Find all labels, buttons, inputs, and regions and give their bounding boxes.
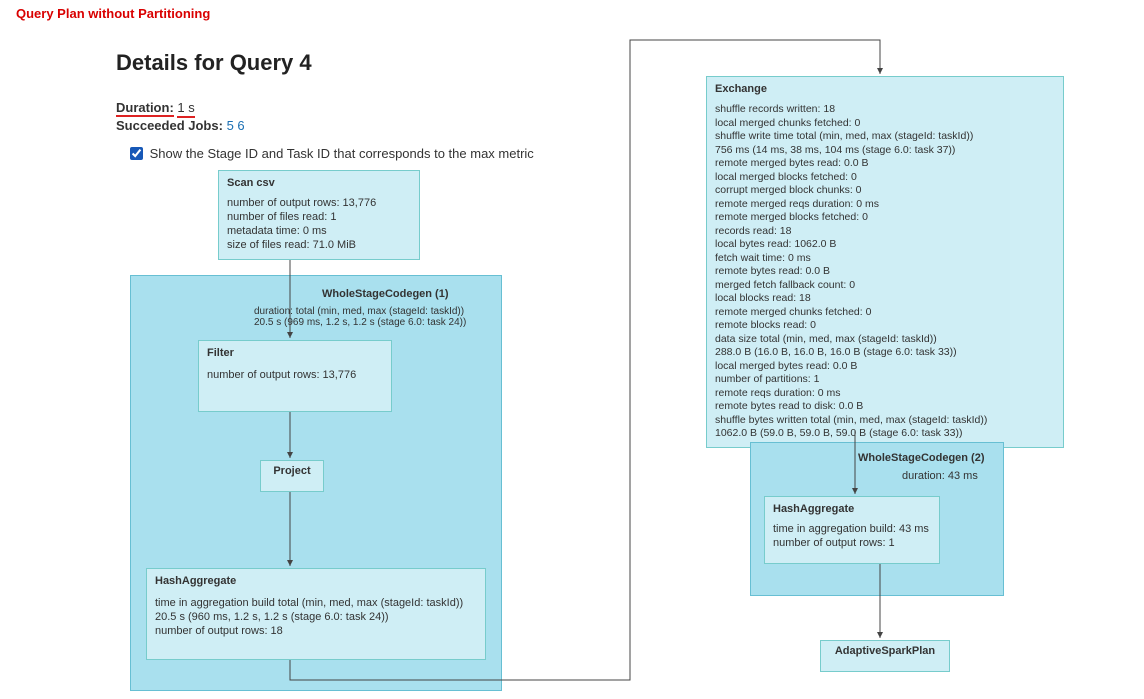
metric-row: local bytes read: 1062.0 B — [715, 238, 1055, 250]
metric-row: local blocks read: 18 — [715, 292, 1055, 304]
metric-row: number of output rows: 13,776 — [227, 197, 411, 209]
metric-row: shuffle bytes written total (min, med, m… — [715, 414, 1055, 426]
node-hashaggregate-1[interactable]: HashAggregate time in aggregation build … — [146, 568, 486, 660]
metric-row: 756 ms (14 ms, 38 ms, 104 ms (stage 6.0:… — [715, 144, 1055, 156]
metric-row: shuffle records written: 18 — [715, 103, 1055, 115]
show-stage-task-id-row: Show the Stage ID and Task ID that corre… — [126, 144, 534, 163]
metric-row: time in aggregation build total (min, me… — [155, 597, 477, 609]
metric-row: remote reqs duration: 0 ms — [715, 387, 1055, 399]
metric-row: remote bytes read: 0.0 B — [715, 265, 1055, 277]
metric-row: 288.0 B (16.0 B, 16.0 B, 16.0 B (stage 6… — [715, 346, 1055, 358]
metric-row: shuffle write time total (min, med, max … — [715, 130, 1055, 142]
node-exchange[interactable]: Exchange shuffle records written: 18 loc… — [706, 76, 1064, 448]
metric-row: number of output rows: 18 — [155, 625, 477, 637]
succeeded-jobs-row: Succeeded Jobs: 5 6 — [116, 118, 245, 133]
metric-row: local merged blocks fetched: 0 — [715, 171, 1055, 183]
metric-row: remote merged blocks fetched: 0 — [715, 211, 1055, 223]
wsc1-title: WholeStageCodegen (1) — [322, 288, 449, 300]
metric-row: remote merged bytes read: 0.0 B — [715, 157, 1055, 169]
wsc1-sub2: 20.5 s (969 ms, 1.2 s, 1.2 s (stage 6.0:… — [254, 317, 466, 328]
node-title: Scan csv — [227, 177, 411, 189]
metric-row: local merged chunks fetched: 0 — [715, 117, 1055, 129]
node-adaptivesparkplan[interactable]: AdaptiveSparkPlan — [820, 640, 950, 672]
metric-row: metadata time: 0 ms — [227, 225, 411, 237]
metric-row: records read: 18 — [715, 225, 1055, 237]
duration-row: Duration: 1 s — [116, 100, 195, 115]
page-title: Details for Query 4 — [116, 50, 312, 76]
metric-row: time in aggregation build: 43 ms — [773, 523, 931, 535]
metric-row: remote bytes read to disk: 0.0 B — [715, 400, 1055, 412]
metric-row: number of output rows: 13,776 — [207, 369, 383, 381]
node-title: HashAggregate — [773, 503, 931, 515]
node-title: Exchange — [715, 83, 1055, 95]
node-title: HashAggregate — [155, 575, 477, 587]
annotation-title: Query Plan without Partitioning — [16, 6, 210, 21]
node-scan-csv[interactable]: Scan csv number of output rows: 13,776 n… — [218, 170, 420, 260]
succeeded-jobs-label: Succeeded Jobs: — [116, 118, 223, 133]
metric-row: remote blocks read: 0 — [715, 319, 1055, 331]
job-link-5[interactable]: 5 — [227, 118, 234, 133]
metric-row: remote merged chunks fetched: 0 — [715, 306, 1055, 318]
node-project[interactable]: Project — [260, 460, 324, 492]
metric-row: data size total (min, med, max (stageId:… — [715, 333, 1055, 345]
metric-row: 1062.0 B (59.0 B, 59.0 B, 59.0 B (stage … — [715, 427, 1055, 439]
metric-row: 20.5 s (960 ms, 1.2 s, 1.2 s (stage 6.0:… — [155, 611, 477, 623]
metric-row: local merged bytes read: 0.0 B — [715, 360, 1055, 372]
show-stage-task-id-checkbox[interactable] — [130, 147, 143, 160]
metric-row: number of output rows: 1 — [773, 537, 931, 549]
wsc2-sub: duration: 43 ms — [902, 470, 978, 482]
wsc1-sub1: duration: total (min, med, max (stageId:… — [254, 306, 464, 317]
metric-row: number of partitions: 1 — [715, 373, 1055, 385]
metric-row: size of files read: 71.0 MiB — [227, 239, 411, 251]
job-link-6[interactable]: 6 — [237, 118, 244, 133]
metric-row: fetch wait time: 0 ms — [715, 252, 1055, 264]
node-title: Filter — [207, 347, 383, 359]
show-stage-task-id-label: Show the Stage ID and Task ID that corre… — [150, 146, 534, 161]
metric-row: remote merged reqs duration: 0 ms — [715, 198, 1055, 210]
duration-label: Duration: — [116, 100, 174, 117]
node-hashaggregate-2[interactable]: HashAggregate time in aggregation build:… — [764, 496, 940, 564]
wsc2-title: WholeStageCodegen (2) — [858, 452, 985, 464]
metric-row: number of files read: 1 — [227, 211, 411, 223]
node-filter[interactable]: Filter number of output rows: 13,776 — [198, 340, 392, 412]
duration-value: 1 s — [177, 100, 194, 118]
metric-row: corrupt merged block chunks: 0 — [715, 184, 1055, 196]
metric-row: merged fetch fallback count: 0 — [715, 279, 1055, 291]
